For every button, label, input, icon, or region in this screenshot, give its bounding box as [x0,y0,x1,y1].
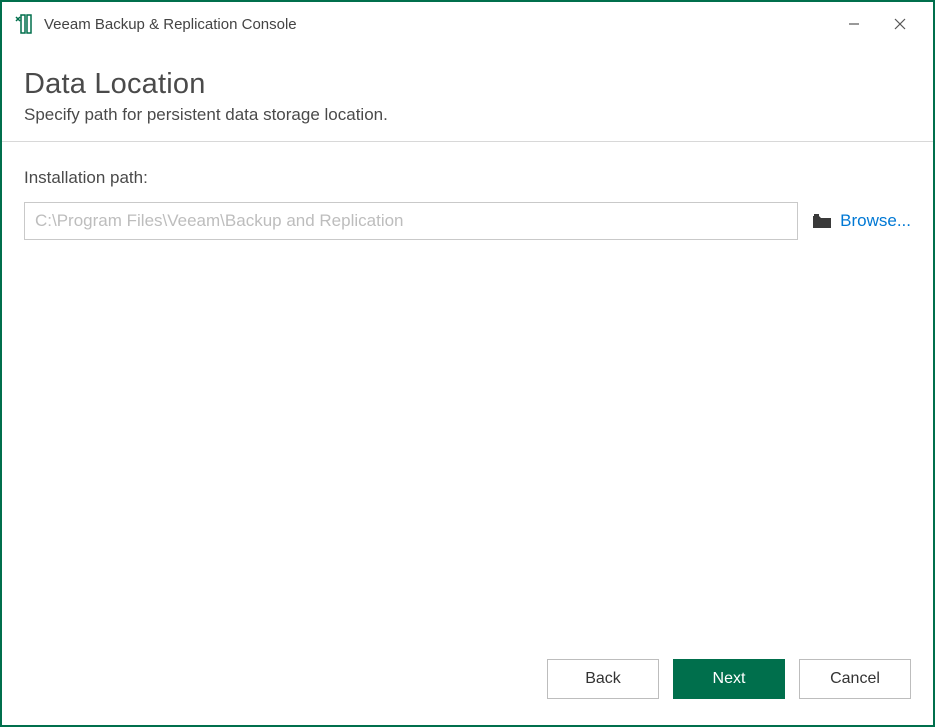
installation-path-label: Installation path: [24,168,911,188]
next-button[interactable]: Next [673,659,785,699]
app-icon [14,14,34,34]
browse-link-text: Browse... [840,211,911,231]
page-title: Data Location [24,68,911,101]
window-title: Veeam Backup & Replication Console [44,16,297,33]
close-icon [893,17,907,31]
footer: Back Next Cancel [2,643,933,725]
installation-path-input[interactable] [24,202,798,240]
header-area: Data Location Specify path for persisten… [2,46,933,141]
titlebar: Veeam Backup & Replication Console [2,2,933,46]
folder-icon [812,213,832,229]
minimize-icon [848,18,860,30]
content-area: Installation path: Browse... [2,142,933,643]
minimize-button[interactable] [831,2,877,46]
back-button[interactable]: Back [547,659,659,699]
path-row: Browse... [24,202,911,240]
close-button[interactable] [877,2,923,46]
cancel-button[interactable]: Cancel [799,659,911,699]
page-subtitle: Specify path for persistent data storage… [24,105,911,125]
browse-button[interactable]: Browse... [812,211,911,231]
